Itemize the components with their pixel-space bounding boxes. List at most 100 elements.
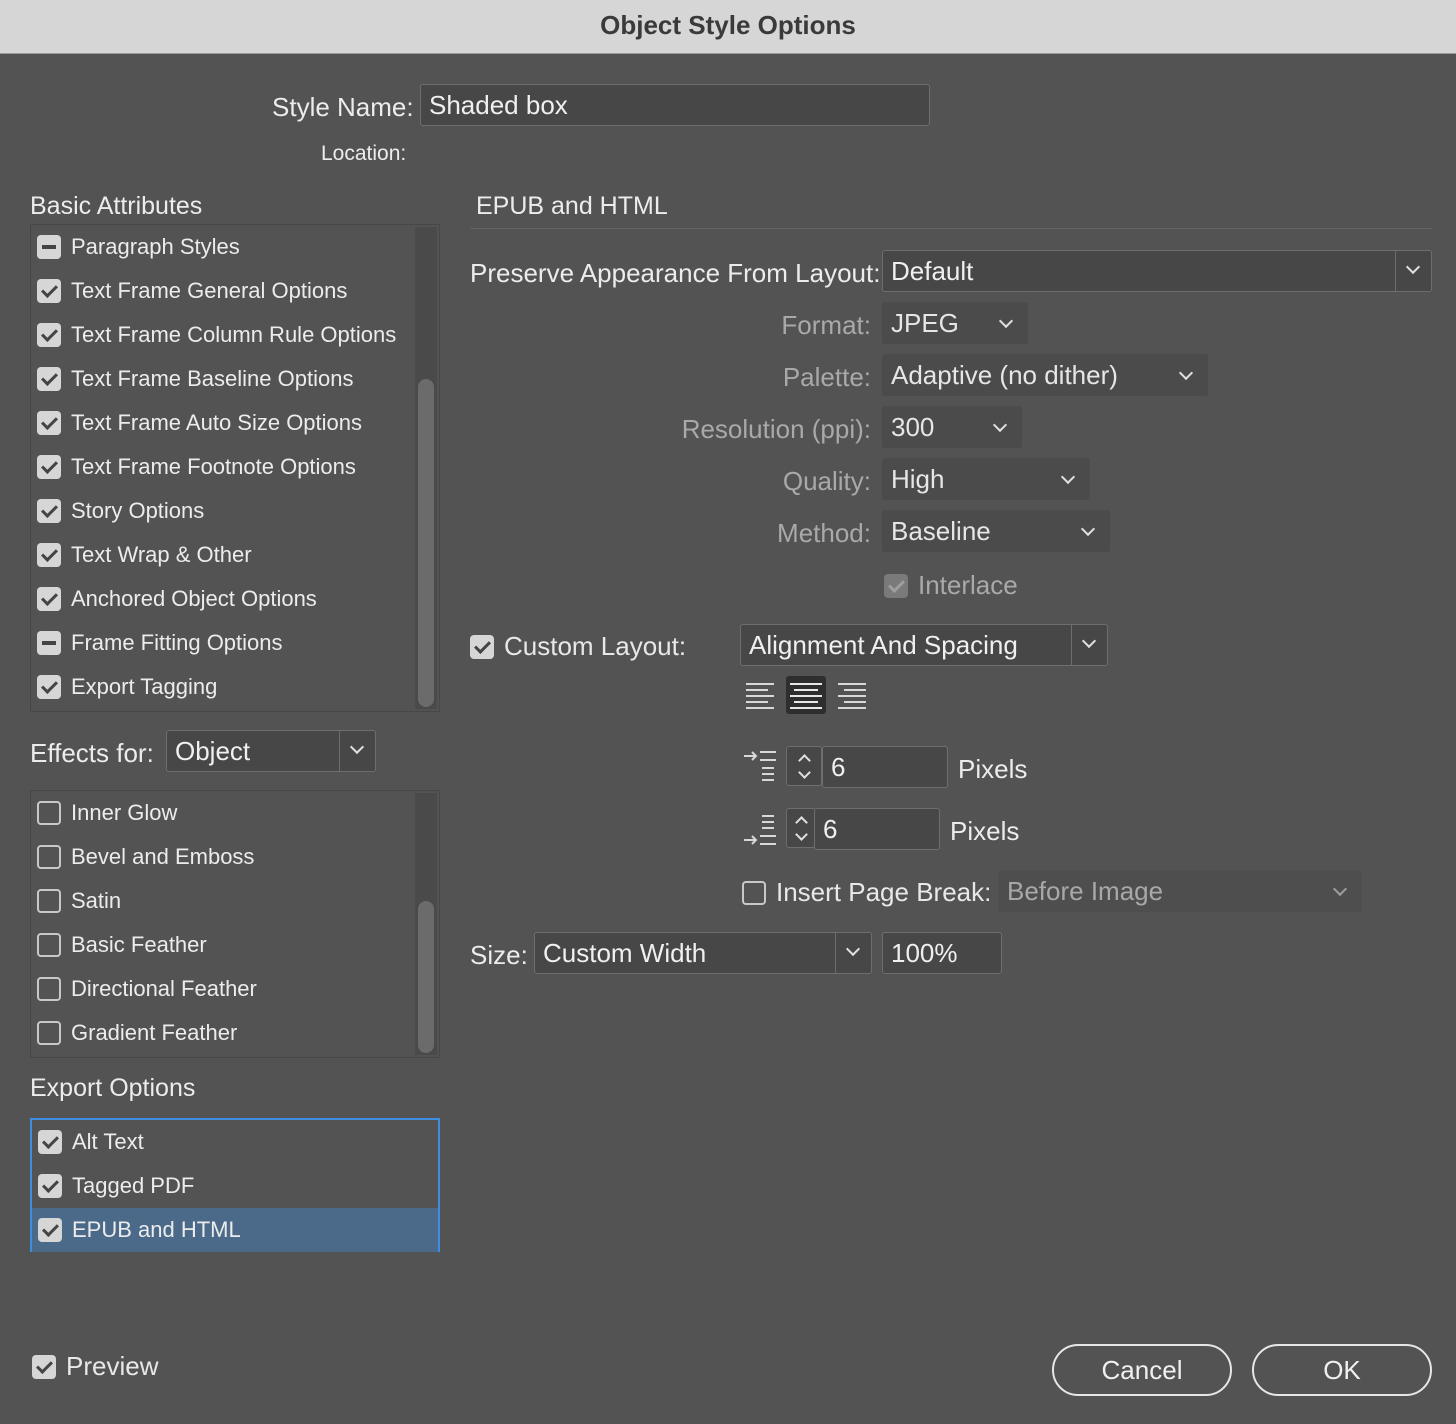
- palette-value: Adaptive (no dither): [891, 360, 1118, 390]
- method-label: Method:: [777, 518, 871, 548]
- list-item[interactable]: Basic Feather: [37, 923, 207, 967]
- list-item[interactable]: Frame Fitting Options: [37, 621, 283, 665]
- checkbox-icon[interactable]: [38, 1218, 62, 1242]
- align-center-button[interactable]: [786, 676, 826, 714]
- chevron-down-icon: [798, 766, 811, 779]
- basic-attributes-title: Basic Attributes: [30, 192, 203, 220]
- effects-scrollbar[interactable]: [415, 793, 437, 1055]
- list-item-label: Paragraph Styles: [71, 234, 240, 259]
- chevron-down-icon: [1081, 633, 1097, 649]
- checkbox-icon[interactable]: [37, 845, 61, 869]
- chevron-down-icon: [992, 417, 1008, 433]
- method-select[interactable]: Baseline: [882, 510, 1110, 552]
- page-break-select[interactable]: Before Image: [998, 870, 1362, 912]
- checkbox-icon[interactable]: [37, 631, 61, 655]
- list-item-label: Text Frame Column Rule Options: [71, 322, 397, 347]
- list-item-label: Text Frame Baseline Options: [71, 366, 354, 391]
- resolution-select[interactable]: 300: [882, 406, 1022, 448]
- style-name-label: Style Name:: [272, 92, 414, 122]
- insert-page-break-label: Insert Page Break:: [776, 877, 992, 907]
- list-item-label: Directional Feather: [71, 976, 257, 1001]
- list-item[interactable]: Gradient Feather: [37, 1011, 237, 1055]
- preview-checkbox[interactable]: Preview: [32, 1351, 158, 1382]
- interlace-checkbox[interactable]: Interlace: [884, 570, 1018, 601]
- size-percent-input[interactable]: 100%: [882, 932, 1002, 974]
- list-item[interactable]: Text Frame Baseline Options: [37, 357, 353, 401]
- checkbox-icon[interactable]: [37, 1021, 61, 1045]
- list-item[interactable]: Inner Glow: [37, 791, 177, 835]
- resolution-label: Resolution (ppi):: [681, 414, 871, 444]
- chevron-down-icon: [1178, 365, 1194, 381]
- custom-layout-checkbox[interactable]: Custom Layout:: [470, 631, 686, 662]
- space-before-icon: [742, 748, 778, 784]
- list-item[interactable]: Bevel and Emboss: [37, 835, 254, 879]
- custom-layout-value: Alignment And Spacing: [749, 630, 1018, 660]
- custom-layout-select[interactable]: Alignment And Spacing: [740, 624, 1108, 666]
- quality-value: High: [891, 464, 945, 494]
- checkbox-icon[interactable]: [37, 323, 61, 347]
- chevron-up-icon: [795, 816, 808, 829]
- cancel-button[interactable]: Cancel: [1052, 1344, 1232, 1396]
- list-item[interactable]: Satin: [37, 879, 121, 923]
- checkbox-icon[interactable]: [37, 933, 61, 957]
- quality-select[interactable]: High: [882, 458, 1090, 500]
- panel-divider: [470, 228, 1432, 229]
- palette-select[interactable]: Adaptive (no dither): [882, 354, 1208, 396]
- list-item[interactable]: Export Tagging: [37, 665, 217, 709]
- chevron-down-icon: [1080, 521, 1096, 537]
- list-item[interactable]: Text Frame Column Rule Options: [37, 313, 396, 357]
- list-item[interactable]: Text Wrap & Other: [37, 533, 252, 577]
- checkbox-icon[interactable]: [37, 889, 61, 913]
- effects-for-select[interactable]: Object: [166, 730, 376, 772]
- basic-attributes-scrollbar[interactable]: [415, 227, 437, 709]
- checkbox-icon[interactable]: [37, 235, 61, 259]
- space-after-input[interactable]: 6: [814, 808, 940, 850]
- space-before-input[interactable]: 6: [822, 746, 948, 788]
- checkbox-icon[interactable]: [37, 455, 61, 479]
- preserve-appearance-select[interactable]: Default: [882, 250, 1432, 292]
- scroll-thumb[interactable]: [418, 379, 434, 707]
- space-before-stepper[interactable]: [786, 746, 822, 786]
- list-item-label: Text Frame Auto Size Options: [71, 410, 363, 435]
- list-item-label: Story Options: [71, 498, 205, 523]
- insert-page-break-checkbox[interactable]: Insert Page Break:: [742, 877, 991, 908]
- list-item[interactable]: Tagged PDF: [38, 1164, 194, 1208]
- checkbox-icon[interactable]: [38, 1130, 62, 1154]
- export-options-title: Export Options: [30, 1074, 196, 1102]
- checkbox-icon[interactable]: [37, 411, 61, 435]
- checkbox-icon[interactable]: [37, 587, 61, 611]
- chevron-down-icon: [349, 739, 365, 755]
- list-item[interactable]: Text Frame Auto Size Options: [37, 401, 362, 445]
- size-select[interactable]: Custom Width: [534, 932, 872, 974]
- align-right-button[interactable]: [832, 676, 872, 714]
- align-left-button[interactable]: [740, 676, 780, 714]
- list-item[interactable]: Paragraph Styles: [37, 225, 240, 269]
- list-item[interactable]: Anchored Object Options: [37, 577, 317, 621]
- list-item[interactable]: Text Frame Footnote Options: [37, 445, 356, 489]
- style-name-input[interactable]: Shaded box: [420, 84, 930, 126]
- format-select[interactable]: JPEG: [882, 302, 1028, 344]
- effects-for-label: Effects for:: [30, 738, 154, 768]
- checkbox-icon: [32, 1354, 56, 1379]
- checkbox-icon[interactable]: [37, 801, 61, 825]
- method-value: Baseline: [891, 516, 991, 546]
- window-title: Object Style Options: [0, 0, 1456, 54]
- space-after-stepper[interactable]: [786, 808, 816, 848]
- list-item[interactable]: EPUB and HTML: [32, 1208, 438, 1252]
- list-item[interactable]: Directional Feather: [37, 967, 257, 1011]
- ok-button[interactable]: OK: [1252, 1344, 1432, 1396]
- checkbox-icon[interactable]: [37, 367, 61, 391]
- list-item[interactable]: Alt Text: [38, 1120, 144, 1164]
- list-item[interactable]: Text Frame General Options: [37, 269, 347, 313]
- checkbox-icon[interactable]: [38, 1174, 62, 1198]
- list-item-label: Inner Glow: [71, 800, 178, 825]
- checkbox-icon[interactable]: [37, 977, 61, 1001]
- checkbox-icon[interactable]: [37, 543, 61, 567]
- list-item-label: Text Wrap & Other: [71, 542, 252, 567]
- checkbox-icon[interactable]: [37, 675, 61, 699]
- format-value: JPEG: [891, 308, 959, 338]
- checkbox-icon[interactable]: [37, 499, 61, 523]
- scroll-thumb[interactable]: [418, 901, 434, 1053]
- list-item[interactable]: Story Options: [37, 489, 204, 533]
- checkbox-icon[interactable]: [37, 279, 61, 303]
